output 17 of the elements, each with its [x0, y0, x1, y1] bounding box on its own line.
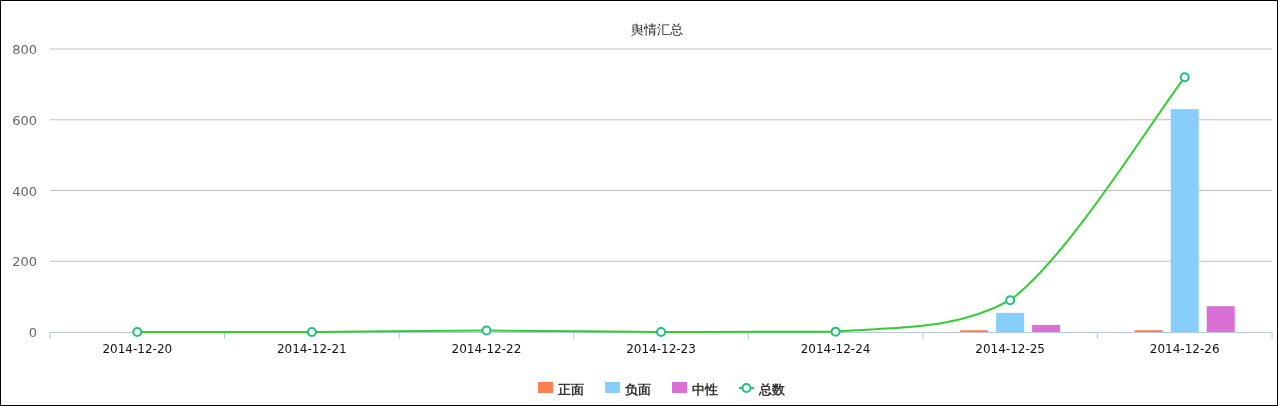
- axis-label: 2014-12-21: [277, 342, 347, 356]
- axis-label: 200: [12, 254, 37, 270]
- axis-label: 2014-12-24: [800, 342, 871, 356]
- axis-label: 2014-12-22: [451, 342, 522, 356]
- legend-label[interactable]: 负面: [625, 382, 651, 397]
- axis-label: 400: [12, 183, 37, 199]
- chart-title: 舆情汇总: [631, 22, 683, 37]
- axis-label: 2014-12-20: [102, 342, 173, 356]
- axis-label: 800: [12, 42, 37, 57]
- legend-label[interactable]: 总数: [759, 382, 785, 397]
- axis-label: 2014-12-25: [975, 342, 1045, 356]
- axis-label: 2014-12-23: [626, 342, 696, 356]
- axis-label: 2014-12-26: [1149, 342, 1220, 356]
- legend-label[interactable]: 中性: [692, 382, 718, 397]
- legend-label[interactable]: 正面: [558, 382, 584, 397]
- axis-label: 0: [28, 325, 37, 340]
- axis-label: 600: [12, 112, 37, 128]
